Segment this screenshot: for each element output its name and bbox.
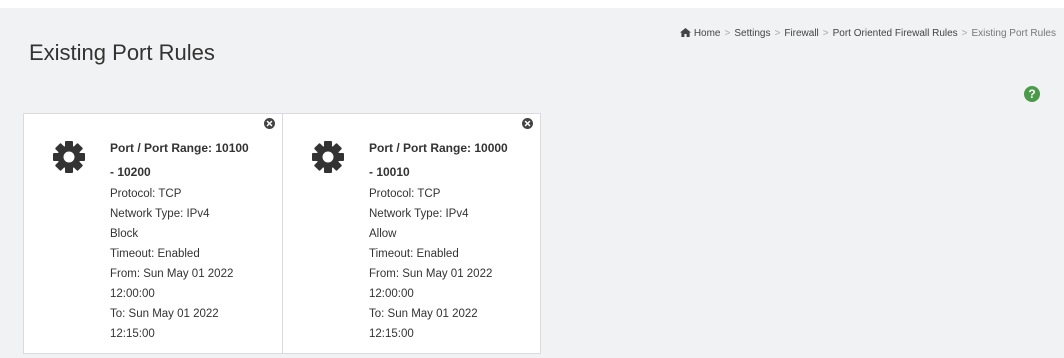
breadcrumb-separator: > bbox=[724, 28, 731, 39]
breadcrumb-separator: > bbox=[774, 28, 781, 39]
rule-timeout: Timeout: Enabled bbox=[369, 248, 459, 260]
rule-details: Port / Port Range: 10000 - 10010 Protoco… bbox=[369, 136, 529, 344]
rule-from-time: 12:00:00 bbox=[369, 288, 414, 300]
rules-list: Port / Port Range: 10100 - 10200 Protoco… bbox=[23, 113, 541, 354]
rule-action: Allow bbox=[369, 228, 397, 240]
breadcrumb-settings[interactable]: Settings bbox=[734, 28, 770, 39]
rule-port-range: Port / Port Range: 10000 bbox=[369, 141, 508, 155]
rule-port-range-end: - 10010 bbox=[369, 165, 410, 179]
rule-timeout: Timeout: Enabled bbox=[110, 248, 200, 260]
breadcrumb-firewall[interactable]: Firewall bbox=[784, 28, 818, 39]
breadcrumb-home[interactable]: Home bbox=[694, 28, 721, 39]
breadcrumb: Home > Settings > Firewall > Port Oriented Fir… bbox=[679, 28, 1056, 39]
breadcrumb-port-oriented-firewall-rules[interactable]: Port Oriented Firewall Rules bbox=[833, 28, 958, 39]
rule-to-time: 12:15:00 bbox=[369, 328, 414, 340]
gear-icon bbox=[312, 141, 344, 173]
rule-from-date: From: Sun May 01 2022 bbox=[110, 268, 234, 280]
rule-to-date: To: Sun May 01 2022 bbox=[110, 308, 219, 320]
content-area: Existing Port Rules Home > Settings > Firewa… bbox=[0, 0, 1064, 358]
top-strip bbox=[0, 0, 1064, 8]
rule-network-type: Network Type: IPv4 bbox=[369, 208, 469, 220]
gear-icon bbox=[53, 141, 85, 173]
rule-action: Block bbox=[110, 228, 139, 240]
rule-protocol: Protocol: TCP bbox=[110, 188, 182, 200]
help-icon[interactable]: ? bbox=[1024, 86, 1040, 102]
breadcrumb-separator: > bbox=[822, 28, 829, 39]
breadcrumb-existing-port-rules: Existing Port Rules bbox=[971, 28, 1056, 39]
delete-rule-icon[interactable] bbox=[264, 118, 275, 129]
rule-card: Port / Port Range: 10100 - 10200 Protoco… bbox=[24, 114, 282, 353]
rule-to-time: 12:15:00 bbox=[110, 328, 155, 340]
delete-rule-icon[interactable] bbox=[522, 118, 533, 129]
breadcrumb-separator: > bbox=[961, 28, 968, 39]
rule-port-range: Port / Port Range: 10100 bbox=[110, 141, 249, 155]
rule-details: Port / Port Range: 10100 - 10200 Protoco… bbox=[110, 136, 270, 344]
rule-card: Port / Port Range: 10000 - 10010 Protoco… bbox=[282, 114, 540, 353]
rule-protocol: Protocol: TCP bbox=[369, 188, 441, 200]
rule-port-range-end: - 10200 bbox=[110, 165, 151, 179]
page-title: Existing Port Rules bbox=[29, 40, 215, 65]
rule-from-time: 12:00:00 bbox=[110, 288, 155, 300]
rule-to-date: To: Sun May 01 2022 bbox=[369, 308, 478, 320]
rule-from-date: From: Sun May 01 2022 bbox=[369, 268, 493, 280]
rule-network-type: Network Type: IPv4 bbox=[110, 208, 210, 220]
home-icon bbox=[679, 28, 691, 37]
